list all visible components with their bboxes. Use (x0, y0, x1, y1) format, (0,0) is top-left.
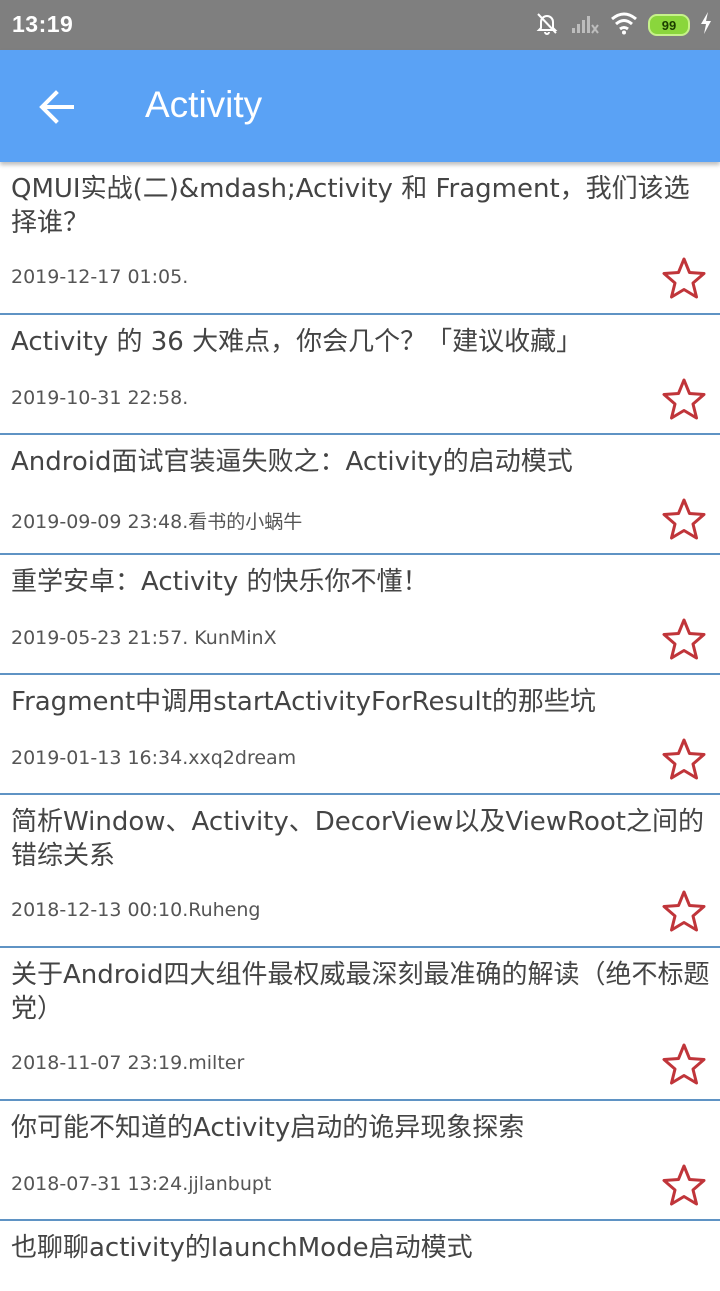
article-meta: 2019-05-23 21:57. KunMinX (11, 627, 277, 649)
signal-icon (570, 11, 600, 39)
page-title: Activity (145, 84, 263, 125)
star-icon[interactable] (662, 617, 706, 661)
list-item[interactable]: 简析Window、Activity、DecorView以及ViewRoot之间的… (0, 795, 720, 948)
list-item[interactable]: 也聊聊activity的launchMode启动模式 (0, 1221, 720, 1291)
list-item[interactable]: 关于Android四大组件最权威最深刻最准确的解读（绝不标题党） 2018-11… (0, 948, 720, 1101)
list-item[interactable]: 你可能不知道的Activity启动的诡异现象探索 2018-07-31 13:2… (0, 1101, 720, 1221)
article-title: 也聊聊activity的launchMode启动模式 (11, 1233, 473, 1263)
article-meta: 2018-07-31 13:24.jjlanbupt (11, 1173, 272, 1195)
article-title: 你可能不知道的Activity启动的诡异现象探索 (11, 1113, 525, 1143)
article-title: Android面试官装逼失败之：Activity的启动模式 (11, 447, 573, 477)
article-title: 关于Android四大组件最权威最深刻最准确的解读（绝不标题党） (11, 960, 710, 1024)
list-item[interactable]: QMUI实战(二)&mdash;Activity 和 Fragment，我们该选… (0, 162, 720, 315)
status-icons: 99 (534, 11, 712, 39)
article-title: QMUI实战(二)&mdash;Activity 和 Fragment，我们该选… (11, 174, 690, 238)
list-item[interactable]: Fragment中调用startActivityForResult的那些坑 20… (0, 675, 720, 795)
star-icon[interactable] (662, 256, 706, 300)
star-icon[interactable] (662, 889, 706, 933)
article-meta: 2019-10-31 22:58. (11, 387, 189, 409)
battery-icon: 99 (648, 14, 690, 36)
app-bar: Activity (0, 50, 720, 162)
list-item[interactable]: Activity 的 36 大难点，你会几个？「建议收藏」 2019-10-31… (0, 315, 720, 435)
muted-bell-icon (534, 10, 560, 40)
star-icon[interactable] (662, 737, 706, 781)
charging-icon (700, 12, 712, 38)
status-bar: 13:19 99 (0, 0, 720, 50)
status-time: 13:19 (12, 11, 74, 37)
list-item[interactable]: Android面试官装逼失败之：Activity的启动模式 2019-09-09… (0, 435, 720, 555)
article-title: 简析Window、Activity、DecorView以及ViewRoot之间的… (11, 807, 704, 871)
list-item[interactable]: 重学安卓：Activity 的快乐你不懂！ 2019-05-23 21:57. … (0, 555, 720, 675)
star-icon[interactable] (662, 1163, 706, 1207)
article-list: QMUI实战(二)&mdash;Activity 和 Fragment，我们该选… (0, 162, 720, 1291)
article-title: Fragment中调用startActivityForResult的那些坑 (11, 687, 596, 717)
arrow-left-icon (39, 90, 74, 124)
star-icon[interactable] (662, 377, 706, 421)
article-meta: 2019-09-09 23:48.看书的小蜗牛 (11, 511, 303, 533)
article-meta: 2018-11-07 23:19.milter (11, 1052, 245, 1074)
article-meta: 2019-01-13 16:34.xxq2dream (11, 747, 297, 769)
wifi-icon (610, 11, 638, 39)
article-title: 重学安卓：Activity 的快乐你不懂！ (11, 567, 429, 597)
article-meta: 2018-12-13 00:10.Ruheng (11, 899, 261, 921)
back-button[interactable] (30, 81, 82, 133)
article-title: Activity 的 36 大难点，你会几个？「建议收藏」 (11, 327, 583, 357)
star-icon[interactable] (662, 497, 706, 541)
star-icon[interactable] (662, 1042, 706, 1086)
article-meta: 2019-12-17 01:05. (11, 266, 189, 288)
